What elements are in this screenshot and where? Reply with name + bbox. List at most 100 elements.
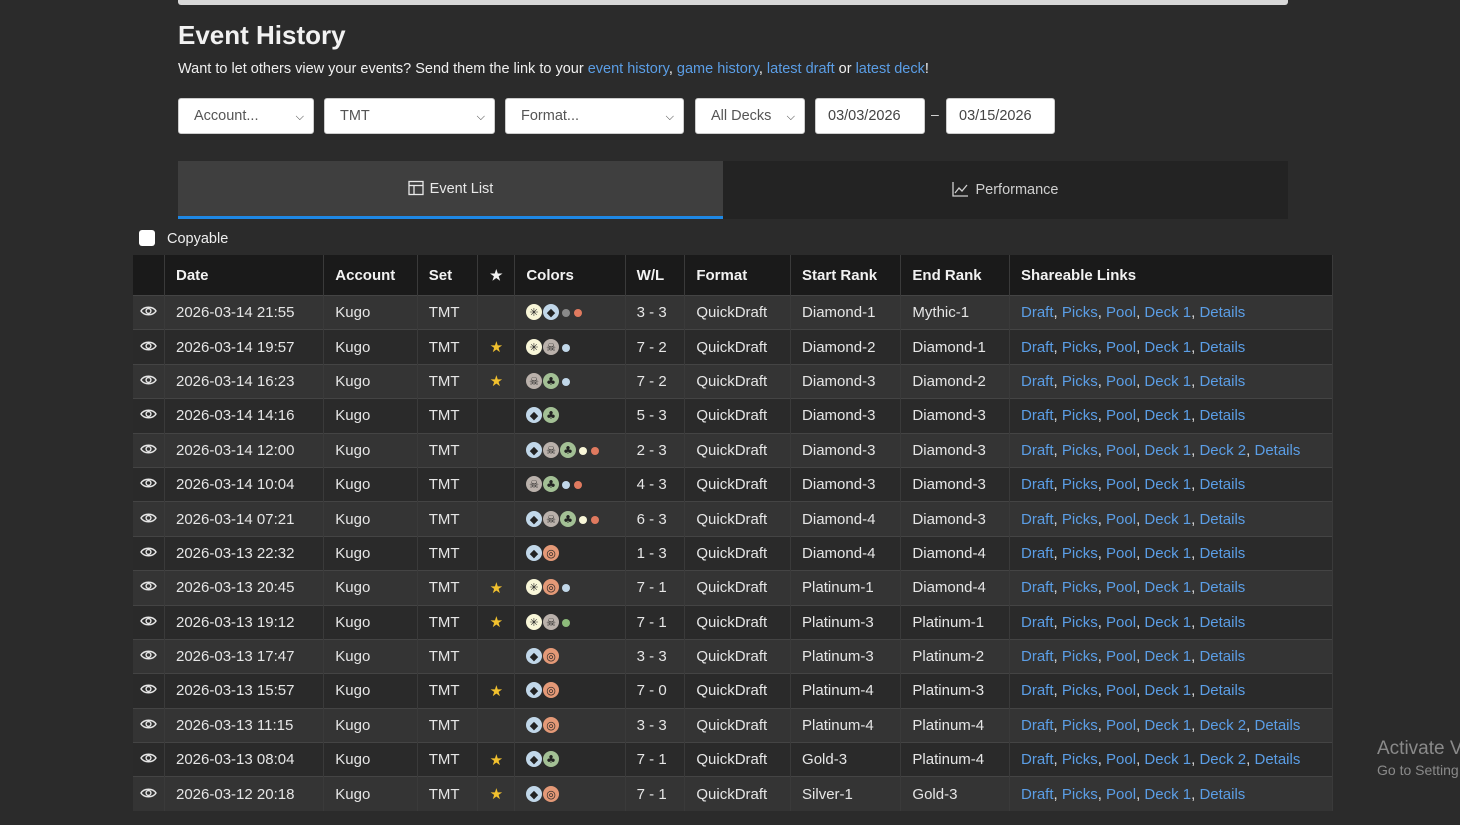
eye-icon[interactable]: [140, 615, 157, 627]
star-cell[interactable]: [477, 466, 516, 502]
header-star[interactable]: ★: [477, 255, 516, 296]
link-picks[interactable]: Picks: [1062, 751, 1098, 768]
link-details[interactable]: Details: [1199, 579, 1245, 596]
link-deck-1[interactable]: Deck 1: [1144, 717, 1191, 734]
star-cell[interactable]: ★: [477, 604, 516, 640]
link-pool[interactable]: Pool: [1106, 511, 1136, 528]
link-draft[interactable]: Draft: [1021, 648, 1054, 665]
star-cell[interactable]: [477, 294, 516, 330]
link-details[interactable]: Details: [1199, 511, 1245, 528]
link-deck-1[interactable]: Deck 1: [1144, 751, 1191, 768]
format-select[interactable]: Format... ⌵: [505, 98, 684, 134]
link-deck-1[interactable]: Deck 1: [1144, 339, 1191, 356]
star-cell[interactable]: ★: [477, 329, 516, 365]
view-cell[interactable]: [133, 707, 165, 743]
star-cell[interactable]: [477, 398, 516, 434]
header-date[interactable]: Date: [164, 255, 325, 296]
link-deck-1[interactable]: Deck 1: [1144, 786, 1191, 803]
eye-icon[interactable]: [140, 374, 157, 386]
link-draft[interactable]: Draft: [1021, 476, 1054, 493]
link-deck-1[interactable]: Deck 1: [1144, 304, 1191, 321]
link-deck-2[interactable]: Deck 2: [1199, 751, 1246, 768]
link-pool[interactable]: Pool: [1106, 614, 1136, 631]
link-deck-2[interactable]: Deck 2: [1199, 717, 1246, 734]
link-draft[interactable]: Draft: [1021, 442, 1054, 459]
view-cell[interactable]: [133, 673, 165, 709]
set-select[interactable]: TMT ⌵: [324, 98, 495, 134]
link-picks[interactable]: Picks: [1062, 579, 1098, 596]
link-deck-1[interactable]: Deck 1: [1144, 648, 1191, 665]
link-draft[interactable]: Draft: [1021, 614, 1054, 631]
link-pool[interactable]: Pool: [1106, 717, 1136, 734]
date-from-input[interactable]: 03/03/2026: [815, 98, 925, 134]
header-colors[interactable]: Colors: [514, 255, 626, 296]
link-draft[interactable]: Draft: [1021, 579, 1054, 596]
link-draft[interactable]: Draft: [1021, 373, 1054, 390]
link-details[interactable]: Details: [1199, 304, 1245, 321]
link-picks[interactable]: Picks: [1062, 614, 1098, 631]
view-cell[interactable]: [133, 294, 165, 330]
link-draft[interactable]: Draft: [1021, 339, 1054, 356]
link-details[interactable]: Details: [1199, 407, 1245, 424]
latest-draft-link[interactable]: latest draft: [767, 61, 835, 77]
link-details[interactable]: Details: [1199, 614, 1245, 631]
header-end-rank[interactable]: End Rank: [900, 255, 1010, 296]
view-cell[interactable]: [133, 501, 165, 537]
eye-icon[interactable]: [140, 477, 157, 489]
eye-icon[interactable]: [140, 718, 157, 730]
tab-performance[interactable]: Performance: [723, 161, 1288, 219]
link-picks[interactable]: Picks: [1062, 339, 1098, 356]
link-picks[interactable]: Picks: [1062, 545, 1098, 562]
view-cell[interactable]: [133, 398, 165, 434]
star-cell[interactable]: ★: [477, 742, 516, 777]
link-pool[interactable]: Pool: [1106, 304, 1136, 321]
view-cell[interactable]: [133, 742, 165, 777]
link-draft[interactable]: Draft: [1021, 682, 1054, 699]
link-pool[interactable]: Pool: [1106, 682, 1136, 699]
link-draft[interactable]: Draft: [1021, 511, 1054, 528]
eye-icon[interactable]: [140, 752, 157, 764]
eye-icon[interactable]: [140, 340, 157, 352]
eye-icon[interactable]: [140, 408, 157, 420]
link-picks[interactable]: Picks: [1062, 476, 1098, 493]
star-cell[interactable]: ★: [477, 570, 516, 606]
link-details[interactable]: Details: [1254, 717, 1300, 734]
link-details[interactable]: Details: [1199, 373, 1245, 390]
link-deck-2[interactable]: Deck 2: [1199, 442, 1246, 459]
view-cell[interactable]: [133, 638, 165, 674]
event-history-link[interactable]: event history: [588, 61, 669, 77]
link-pool[interactable]: Pool: [1106, 545, 1136, 562]
date-to-input[interactable]: 03/15/2026: [946, 98, 1055, 134]
link-deck-1[interactable]: Deck 1: [1144, 476, 1191, 493]
eye-icon[interactable]: [140, 443, 157, 455]
link-pool[interactable]: Pool: [1106, 407, 1136, 424]
link-picks[interactable]: Picks: [1062, 442, 1098, 459]
star-icon[interactable]: ★: [490, 786, 503, 803]
link-details[interactable]: Details: [1199, 648, 1245, 665]
link-pool[interactable]: Pool: [1106, 751, 1136, 768]
link-details[interactable]: Details: [1199, 786, 1245, 803]
header-format[interactable]: Format: [684, 255, 792, 296]
link-pool[interactable]: Pool: [1106, 442, 1136, 459]
eye-icon[interactable]: [140, 512, 157, 524]
link-draft[interactable]: Draft: [1021, 545, 1054, 562]
link-details[interactable]: Details: [1199, 682, 1245, 699]
link-pool[interactable]: Pool: [1106, 648, 1136, 665]
star-cell[interactable]: [477, 638, 516, 674]
link-picks[interactable]: Picks: [1062, 682, 1098, 699]
link-draft[interactable]: Draft: [1021, 751, 1054, 768]
view-cell[interactable]: [133, 363, 165, 399]
link-pool[interactable]: Pool: [1106, 579, 1136, 596]
link-deck-1[interactable]: Deck 1: [1144, 579, 1191, 596]
star-icon[interactable]: ★: [490, 683, 503, 700]
eye-icon[interactable]: [140, 649, 157, 661]
star-icon[interactable]: ★: [490, 580, 503, 597]
header-wl[interactable]: W/L: [625, 255, 686, 296]
header-start-rank[interactable]: Start Rank: [790, 255, 902, 296]
game-history-link[interactable]: game history: [677, 61, 759, 77]
link-picks[interactable]: Picks: [1062, 511, 1098, 528]
link-draft[interactable]: Draft: [1021, 407, 1054, 424]
link-pool[interactable]: Pool: [1106, 476, 1136, 493]
link-deck-1[interactable]: Deck 1: [1144, 373, 1191, 390]
view-cell[interactable]: [133, 329, 165, 365]
